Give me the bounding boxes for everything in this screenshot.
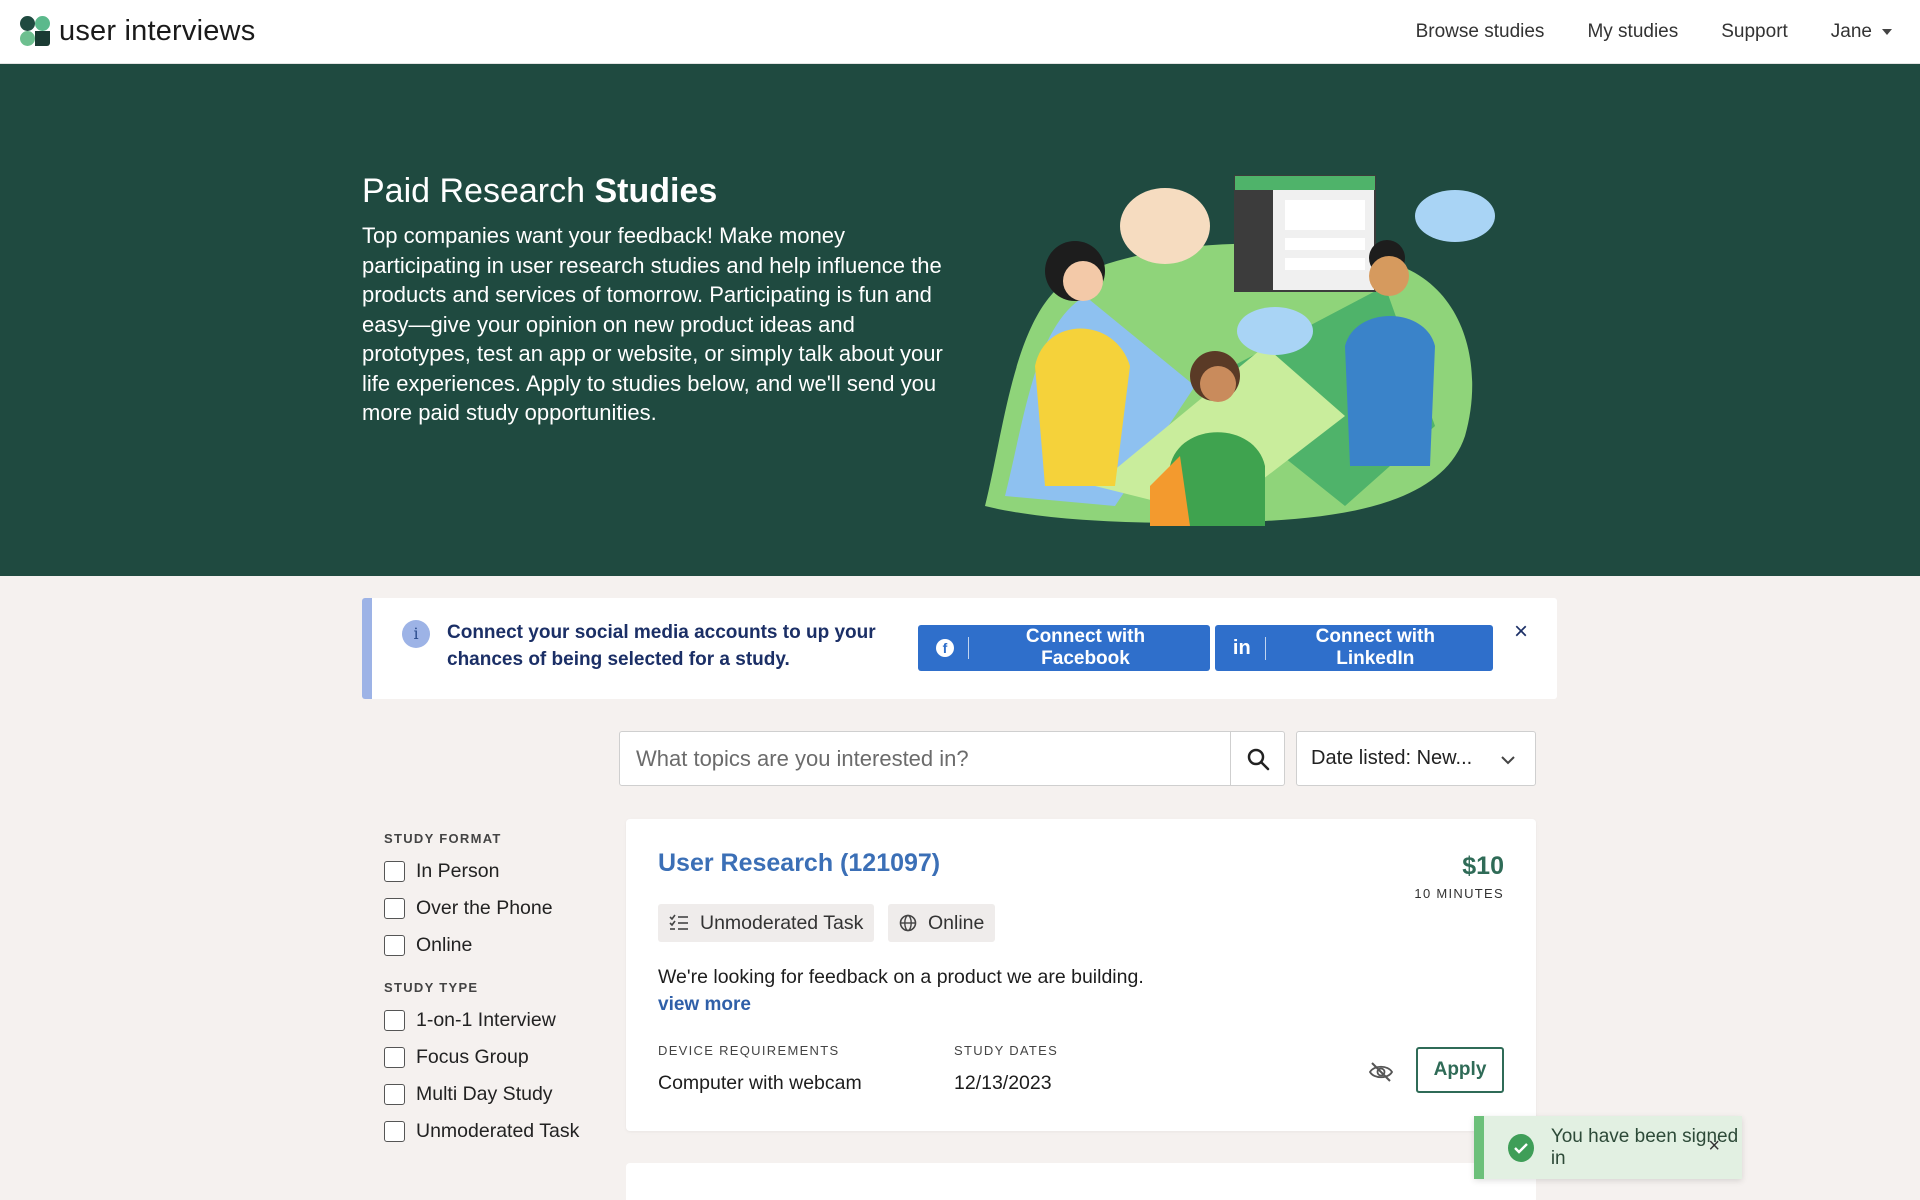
hero-description: Top companies want your feedback! Make m… — [362, 223, 943, 425]
study-format-heading: STUDY FORMAT — [384, 831, 502, 846]
logo-mark-icon — [20, 16, 51, 47]
logo-wordmark: user interviews — [59, 15, 256, 47]
study-dates-label: STUDY DATES — [954, 1043, 1059, 1058]
chevron-down-icon — [1501, 756, 1515, 765]
linkedin-icon: in — [1231, 636, 1266, 660]
study-type-heading: STUDY TYPE — [384, 980, 479, 995]
close-icon[interactable]: × — [1708, 1135, 1720, 1158]
apply-button[interactable]: Apply — [1416, 1047, 1504, 1093]
filter-label: Online — [416, 933, 473, 956]
filter-label: 1-on-1 Interview — [416, 1008, 556, 1031]
checkbox[interactable] — [384, 860, 405, 882]
nav-browse-studies[interactable]: Browse studies — [1416, 21, 1545, 43]
checklist-icon — [669, 914, 688, 930]
filter-label: Focus Group — [416, 1045, 529, 1068]
view-more-link[interactable]: view more — [658, 994, 751, 1016]
tag-label: Online — [928, 911, 985, 934]
tag-study-type: Unmoderated Task — [658, 904, 875, 942]
nav-support[interactable]: Support — [1721, 21, 1788, 43]
signed-in-toast: You have been signed in × — [1474, 1116, 1742, 1179]
top-nav-bar: user interviews Browse studies My studie… — [0, 0, 1920, 64]
study-dates-value: 12/13/2023 — [954, 1072, 1052, 1094]
search-input[interactable] — [620, 732, 1230, 785]
filter-label: In Person — [416, 859, 500, 882]
study-title[interactable]: User Research (121097) — [658, 849, 940, 878]
device-requirements-value: Computer with webcam — [658, 1072, 862, 1094]
checkbox[interactable] — [384, 1120, 405, 1142]
close-icon[interactable]: × — [1514, 618, 1528, 646]
search-icon — [1247, 748, 1270, 770]
facebook-icon: f — [934, 637, 969, 659]
banner-message: Connect your social media accounts to up… — [447, 622, 876, 670]
hero-illustration — [985, 175, 1495, 526]
page-title: Paid Research Studies — [362, 172, 717, 211]
tag-label: Unmoderated Task — [700, 911, 864, 934]
filter-in-person[interactable]: In Person — [384, 860, 499, 882]
search-bar — [619, 731, 1285, 786]
check-icon — [1508, 1133, 1534, 1162]
user-menu[interactable]: Jane — [1831, 21, 1892, 43]
filter-focus-group[interactable]: Focus Group — [384, 1046, 529, 1068]
info-icon: i — [402, 620, 430, 648]
checkbox[interactable] — [384, 1083, 405, 1105]
study-card: User Research (121097) $10 10 MINUTES Un… — [626, 819, 1536, 1131]
checkbox[interactable] — [384, 1046, 405, 1068]
filter-online[interactable]: Online — [384, 934, 472, 956]
filter-label: Multi Day Study — [416, 1082, 553, 1105]
filter-label: Over the Phone — [416, 896, 553, 919]
sort-value: Date listed: New... — [1311, 747, 1473, 769]
hero-title-bold: Studies — [594, 172, 718, 210]
filter-1-on-1-interview[interactable]: 1-on-1 Interview — [384, 1009, 556, 1031]
checkbox[interactable] — [384, 897, 405, 919]
filter-over-the-phone[interactable]: Over the Phone — [384, 897, 553, 919]
facebook-button-label: Connect with Facebook — [1025, 626, 1146, 669]
connect-facebook-button[interactable]: f Connect with Facebook — [918, 625, 1210, 671]
checkbox[interactable] — [384, 1009, 405, 1031]
hero-title-regular: Paid Research — [362, 172, 586, 210]
study-description: We're looking for feedback on a product … — [658, 966, 1144, 988]
checkbox[interactable] — [384, 934, 405, 956]
globe-icon — [899, 914, 917, 932]
social-connect-banner: i Connect your social media accounts to … — [362, 598, 1557, 699]
filter-unmoderated-task[interactable]: Unmoderated Task — [384, 1120, 579, 1142]
hide-study-button[interactable] — [1366, 1057, 1396, 1087]
nav-my-studies[interactable]: My studies — [1587, 21, 1678, 43]
search-button[interactable] — [1230, 732, 1285, 785]
linkedin-button-label: Connect with LinkedIn — [1315, 626, 1435, 669]
sort-select[interactable]: Date listed: New... — [1296, 731, 1536, 786]
study-price: $10 — [1462, 852, 1504, 880]
device-requirements-label: DEVICE REQUIREMENTS — [658, 1043, 840, 1058]
study-card-next — [626, 1163, 1536, 1200]
filter-multi-day-study[interactable]: Multi Day Study — [384, 1083, 553, 1105]
caret-down-icon — [1882, 28, 1892, 35]
eye-off-icon — [1368, 1062, 1394, 1082]
study-duration: 10 MINUTES — [1414, 886, 1504, 901]
filter-label: Unmoderated Task — [416, 1119, 580, 1142]
hero-section: Paid Research Studies Top companies want… — [0, 64, 1920, 576]
connect-linkedin-button[interactable]: in Connect with LinkedIn — [1215, 625, 1493, 671]
main-nav: Browse studies My studies Support Jane — [1373, 0, 1892, 64]
logo[interactable]: user interviews — [20, 16, 255, 47]
tag-study-format: Online — [888, 904, 996, 942]
user-name: Jane — [1830, 21, 1872, 42]
